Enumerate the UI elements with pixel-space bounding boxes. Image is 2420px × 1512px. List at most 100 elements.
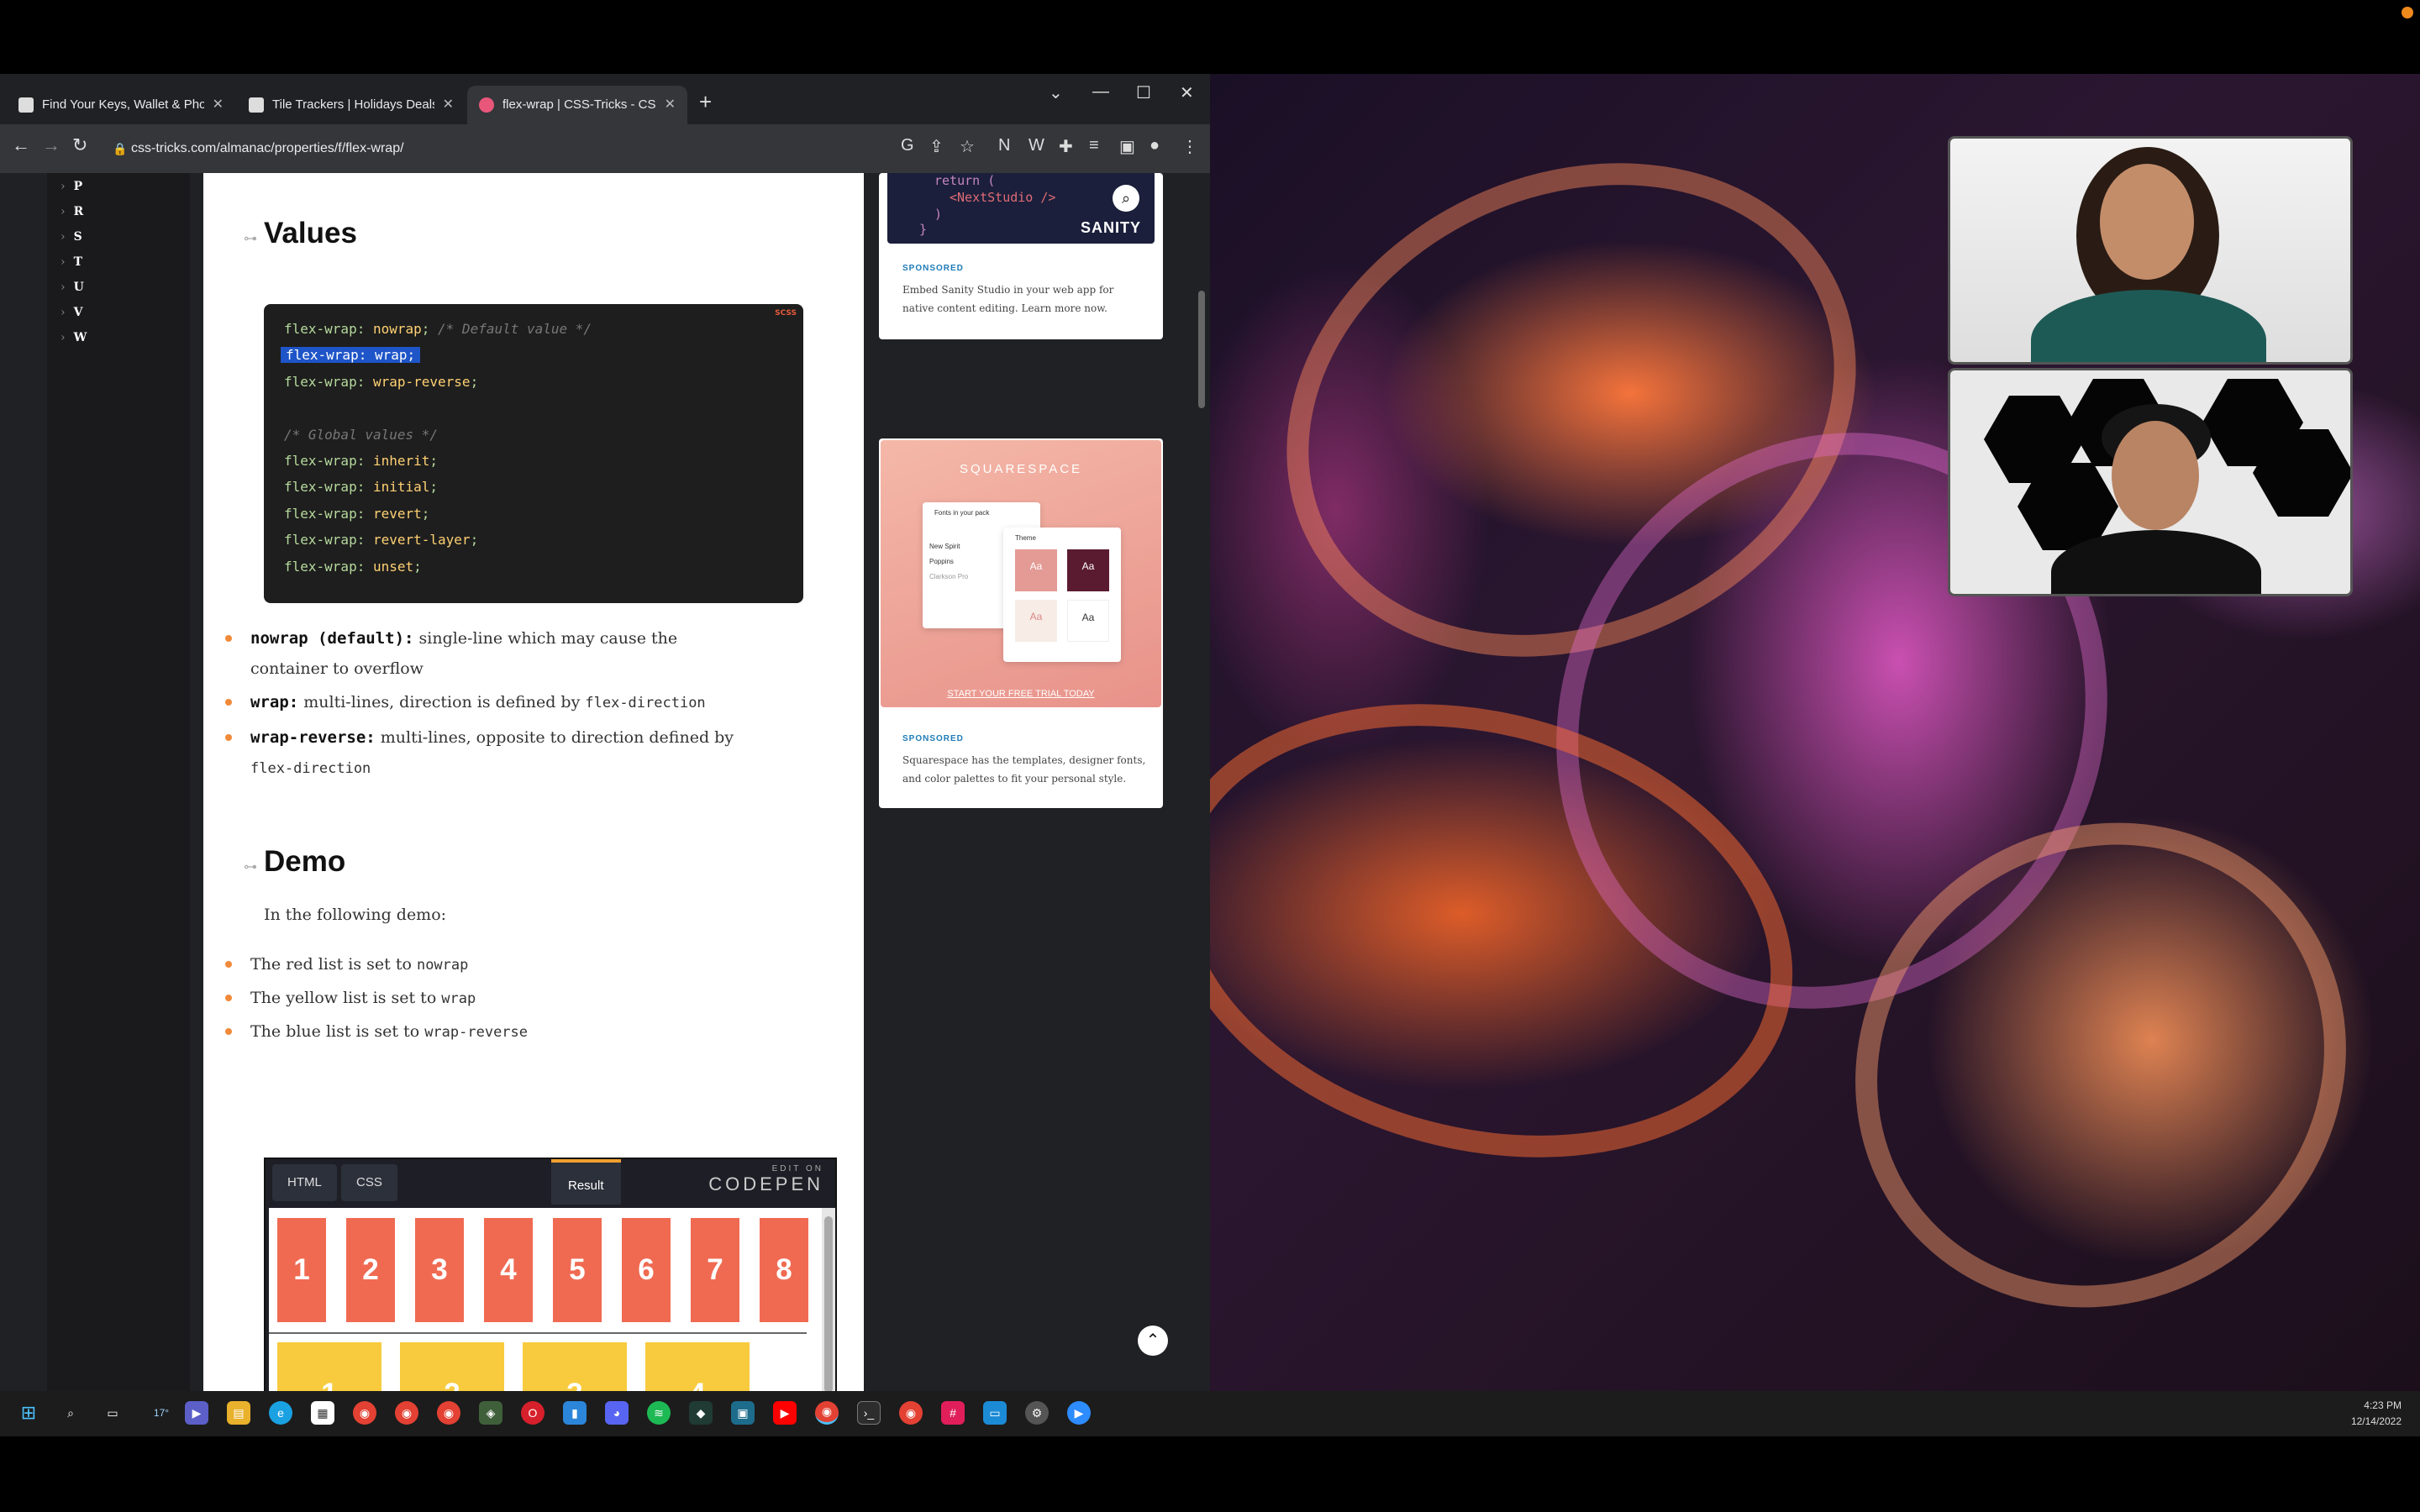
bullet-dot xyxy=(225,734,232,741)
task-view-icon[interactable]: ▭ xyxy=(101,1401,124,1425)
monitor-app-icon[interactable]: ▭ xyxy=(983,1401,1007,1425)
sanity-code-line: ) xyxy=(934,207,943,222)
reading-list-icon[interactable]: ≡ xyxy=(1089,136,1099,155)
profile-icon[interactable]: ● xyxy=(1150,136,1160,155)
system-clock[interactable]: 4:23 PM 12/14/2022 xyxy=(2351,1398,2402,1430)
chrome-icon[interactable]: ◉ xyxy=(899,1401,923,1425)
alpha-nav-item[interactable]: › S xyxy=(60,230,82,244)
spotify-icon[interactable]: ≋ xyxy=(647,1401,671,1425)
tab-favicon xyxy=(18,97,34,113)
red-flex-item: 4 xyxy=(484,1218,533,1322)
app-green-icon[interactable]: ◈ xyxy=(479,1401,502,1425)
bullet-dot xyxy=(225,995,232,1001)
discord-icon[interactable]: ◕ xyxy=(605,1401,629,1425)
code-line: flex-wrap: nowrap; /* Default value */ xyxy=(284,321,592,337)
theme-swatch: Aa xyxy=(1015,549,1057,591)
chrome-icon[interactable]: ◉ xyxy=(353,1401,376,1425)
font-item: Clarkson Pro xyxy=(929,573,969,580)
lock-icon[interactable]: 🔒 xyxy=(113,131,127,166)
link-icon[interactable]: ⊶ xyxy=(244,858,257,875)
chrome-icon[interactable]: ◉ xyxy=(437,1401,460,1425)
close-icon[interactable]: ✕ xyxy=(665,86,676,124)
zoom-icon[interactable]: ▶ xyxy=(1067,1401,1091,1425)
settings-icon[interactable]: ⚙ xyxy=(1025,1401,1049,1425)
alpha-nav-item[interactable]: › U xyxy=(60,281,84,294)
extension-n-icon[interactable]: N xyxy=(998,136,1010,155)
codepen-scrollbar[interactable] xyxy=(822,1208,835,1391)
codepen-tab-css[interactable]: CSS xyxy=(341,1164,397,1201)
slack-icon[interactable]: # xyxy=(941,1401,965,1425)
alpha-nav-item[interactable]: › T xyxy=(60,255,82,269)
maximize-button[interactable]: ☐ xyxy=(1136,82,1151,103)
weather-icon[interactable]: 17° xyxy=(143,1401,180,1425)
opera-icon[interactable]: O xyxy=(521,1401,544,1425)
share-icon[interactable]: ⇪ xyxy=(929,136,944,157)
bullet-dot xyxy=(225,699,232,706)
tab-search-icon[interactable]: ⌄ xyxy=(1049,82,1063,103)
alpha-nav-item[interactable]: › P xyxy=(60,180,82,193)
app-blue-icon[interactable]: ▮ xyxy=(563,1401,587,1425)
codepen-edit-link[interactable]: EDIT ON CODEPEN xyxy=(708,1164,823,1195)
bookmark-star-icon[interactable]: ☆ xyxy=(960,136,975,157)
red-flex-item: 6 xyxy=(622,1218,671,1322)
codepen-tab-html[interactable]: HTML xyxy=(272,1164,337,1201)
demo-heading: Demo xyxy=(264,845,346,878)
almanac-alpha-nav: › P › R › S › T › U › V › W xyxy=(47,173,190,1391)
theme-swatch: Aa xyxy=(1067,600,1109,642)
sponsored-label: SPONSORED xyxy=(902,734,964,743)
tab-tile-trackers[interactable]: Tile Trackers | Holidays Deals on ✕ xyxy=(237,86,466,124)
minimize-button[interactable]: — xyxy=(1092,82,1109,102)
youtube-icon[interactable]: ▶ xyxy=(773,1401,797,1425)
teams-icon[interactable]: ▶ xyxy=(185,1401,208,1425)
video-participant-2[interactable] xyxy=(1948,368,2353,596)
bullet-dot xyxy=(225,1028,232,1035)
extensions-puzzle-icon[interactable]: ✚ xyxy=(1059,136,1073,157)
windows-start-icon[interactable]: ⊞ xyxy=(17,1401,40,1425)
side-panel-icon[interactable]: ▣ xyxy=(1119,136,1135,157)
chrome-icon[interactable]: ◉ xyxy=(395,1401,418,1425)
close-icon[interactable]: ✕ xyxy=(213,86,224,124)
alpha-nav-item[interactable]: › V xyxy=(60,306,82,319)
tab-find-your-keys[interactable]: Find Your Keys, Wallet & Phone w ✕ xyxy=(7,86,235,124)
alpha-nav-item[interactable]: › W xyxy=(60,331,87,344)
code-line-selected[interactable]: flex-wrap: wrap; xyxy=(281,347,421,363)
app-dark-icon[interactable]: ◆ xyxy=(689,1401,713,1425)
google-icon[interactable]: G xyxy=(901,136,914,155)
terminal-icon[interactable]: ›_ xyxy=(857,1401,881,1425)
sanity-ad[interactable]: return ( <NextStudio /> ) } ⌕ SANITY SPO… xyxy=(879,173,1163,339)
file-explorer-icon[interactable]: ▤ xyxy=(227,1401,250,1425)
calendar-icon[interactable]: ▦ xyxy=(311,1401,334,1425)
forward-button[interactable]: → xyxy=(42,134,60,156)
extension-w-icon[interactable]: W xyxy=(1028,136,1044,155)
back-button[interactable]: ← xyxy=(12,134,30,156)
address-bar[interactable]: 🔒 css-tricks.com/almanac/properties/f/fl… xyxy=(106,131,879,166)
tab-flex-wrap[interactable]: flex-wrap | CSS-Tricks - CSS-Trick ✕ xyxy=(467,86,687,124)
notification-dot[interactable] xyxy=(2402,7,2413,18)
theme-panel: Theme Aa Aa Aa Aa xyxy=(1003,528,1121,662)
ad-description: Embed Sanity Studio in your web app for … xyxy=(902,284,1114,314)
new-tab-button[interactable]: + xyxy=(699,89,712,115)
link-icon[interactable]: ⊶ xyxy=(244,230,257,247)
theme-label: Theme xyxy=(1015,534,1036,542)
sanity-logo: SANITY xyxy=(1080,219,1141,236)
more-menu-icon[interactable]: ⋮ xyxy=(1181,136,1198,157)
codepen-tab-result[interactable]: Result xyxy=(551,1159,621,1205)
squarespace-ad[interactable]: SQUARESPACE Fonts in your pack New Spiri… xyxy=(879,438,1163,808)
video-participant-1[interactable] xyxy=(1948,136,2353,365)
code-comment-line: /* Global values */ xyxy=(284,427,439,443)
page-scrollbar[interactable] xyxy=(1193,173,1210,1391)
theme-swatch: Aa xyxy=(1067,549,1109,591)
list-item: The yellow list is set to wrap xyxy=(225,983,758,1013)
edge-icon[interactable]: e xyxy=(269,1401,292,1425)
list-divider xyxy=(269,1332,807,1334)
reload-button[interactable]: ↻ xyxy=(72,134,87,156)
alpha-nav-item[interactable]: › R xyxy=(60,205,83,218)
app-teal-icon[interactable]: ▣ xyxy=(731,1401,755,1425)
chrome-active-icon[interactable]: ◉ xyxy=(815,1401,839,1425)
code-line: flex-wrap: unset; xyxy=(284,559,422,575)
scroll-to-top-button[interactable]: ⌃ xyxy=(1138,1326,1168,1356)
search-icon[interactable]: ⌕ xyxy=(59,1401,82,1425)
close-icon[interactable]: ✕ xyxy=(443,86,454,124)
sanity-code-line: } xyxy=(919,222,928,237)
close-window-button[interactable]: ✕ xyxy=(1180,82,1194,103)
